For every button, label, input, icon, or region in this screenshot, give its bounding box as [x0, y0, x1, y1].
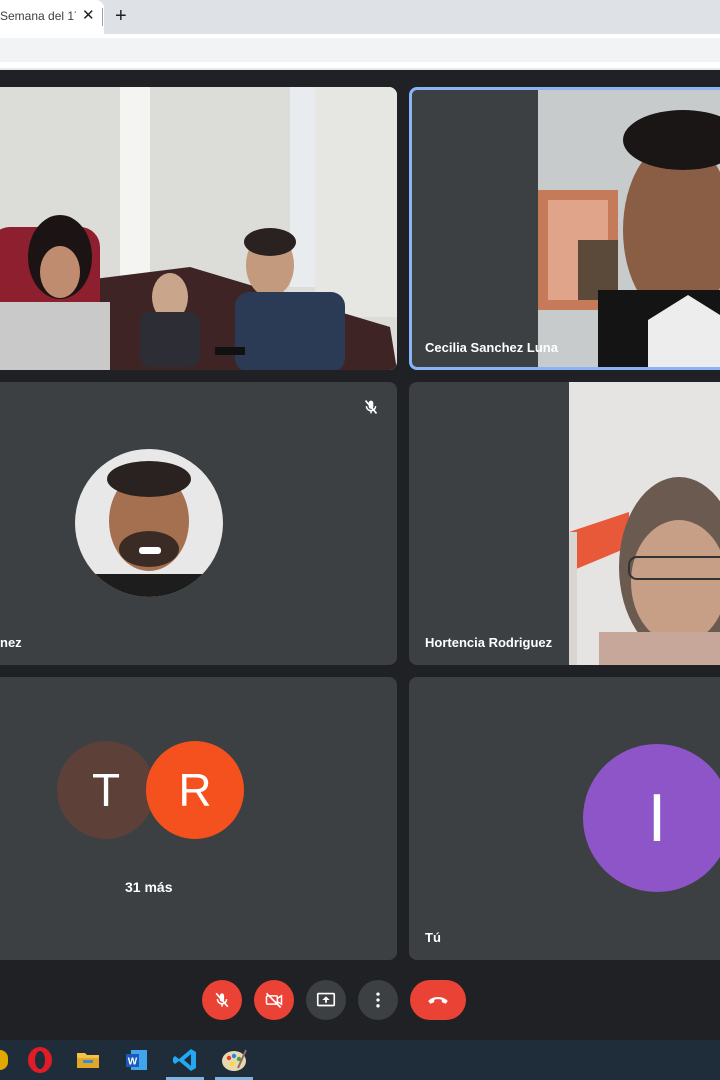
participant-name: Cecilia Sanchez Luna	[425, 340, 558, 355]
camera-toggle-button[interactable]	[254, 980, 294, 1020]
mic-off-icon	[360, 396, 382, 418]
more-options-icon	[376, 992, 380, 1008]
participant-name: Tú	[425, 930, 441, 945]
word-icon[interactable]: W	[123, 1046, 151, 1074]
mic-off-icon	[215, 992, 229, 1008]
chrome-divider	[0, 68, 720, 70]
vscode-icon[interactable]	[171, 1046, 199, 1074]
participant-tile-hortencia[interactable]: Hortencia Rodriguez	[409, 382, 720, 665]
participant-avatar-t: T	[57, 741, 155, 839]
participant-tile-self[interactable]: I Tú	[409, 677, 720, 960]
participant-tile-cecilia[interactable]: Cecilia Sanchez Luna	[409, 87, 720, 370]
participant-video-hortencia	[569, 382, 720, 665]
more-participants-label: 31 más	[125, 879, 173, 895]
browser-tab[interactable]: Semana del 1´ ✕	[0, 0, 104, 34]
more-options-button[interactable]	[358, 980, 398, 1020]
present-screen-button[interactable]	[306, 980, 346, 1020]
self-avatar: I	[583, 744, 720, 892]
participant-tile-overflow[interactable]: T R 31 más	[0, 677, 397, 960]
end-call-button[interactable]	[410, 980, 466, 1020]
tab-title: Semana del 1´	[0, 9, 76, 23]
participant-avatar-photo	[75, 449, 223, 597]
close-tab-icon[interactable]: ✕	[82, 7, 95, 25]
participant-video-room	[0, 87, 397, 370]
camera-off-icon	[265, 992, 283, 1009]
tab-separator	[102, 8, 103, 26]
file-explorer-icon[interactable]	[74, 1046, 102, 1074]
end-call-icon	[428, 997, 448, 1004]
participant-video-cecilia	[538, 90, 720, 367]
participant-tile-room[interactable]	[0, 87, 397, 370]
address-bar	[0, 34, 720, 68]
browser-tab-bar	[0, 0, 720, 34]
present-screen-icon	[316, 992, 336, 1007]
address-field[interactable]	[0, 38, 720, 62]
participant-tile-muted[interactable]: nez	[0, 382, 397, 665]
windows-taskbar	[0, 1040, 720, 1080]
mic-toggle-button[interactable]	[202, 980, 242, 1020]
participant-avatar-r: R	[146, 741, 244, 839]
paint-icon[interactable]	[220, 1046, 248, 1074]
new-tab-icon[interactable]: +	[115, 4, 127, 28]
svg-text:W: W	[128, 1057, 138, 1068]
participant-name: nez	[0, 635, 22, 650]
opera-icon[interactable]	[26, 1046, 54, 1074]
participant-name: Hortencia Rodriguez	[425, 635, 553, 650]
